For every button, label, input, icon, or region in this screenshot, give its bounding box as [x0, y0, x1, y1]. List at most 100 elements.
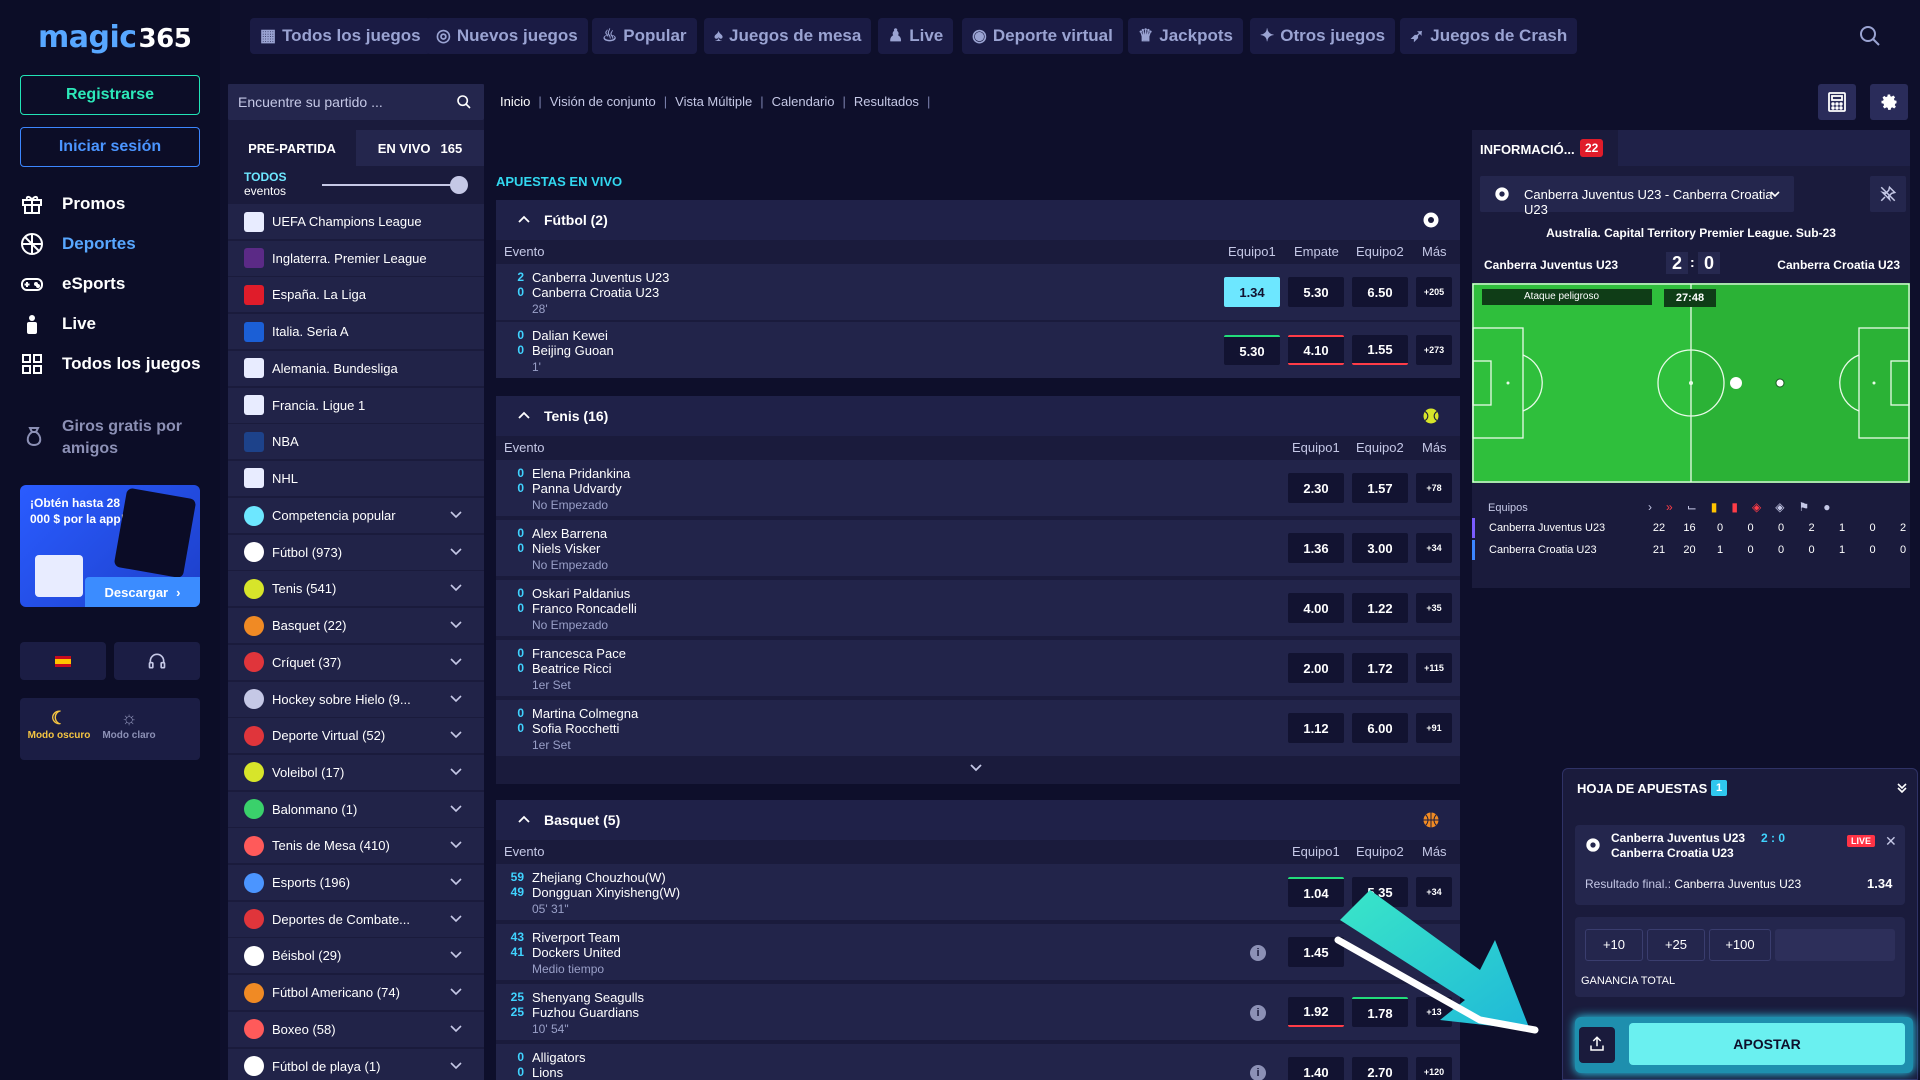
share-button[interactable]	[1579, 1027, 1615, 1063]
topnav-otros-juegos[interactable]: ✦ Otros juegos	[1250, 18, 1396, 54]
odd-equipo1[interactable]: 1.12	[1288, 713, 1344, 743]
close-icon[interactable]: ✕	[1885, 833, 1897, 850]
info-icon[interactable]: i	[1250, 1065, 1266, 1080]
topnav-jackpots[interactable]: ♛ Jackpots	[1128, 18, 1243, 54]
chevron-down-icon[interactable]	[450, 804, 462, 814]
sidebar-league-item[interactable]: NBA	[228, 424, 484, 460]
chevron-down-icon[interactable]	[450, 547, 462, 557]
odd-equipo2[interactable]: 6.00	[1352, 713, 1408, 743]
odd-equipo2[interactable]: 6.50	[1352, 277, 1408, 307]
topnav-deporte-virtual[interactable]: ◉ Deporte virtual	[962, 18, 1123, 54]
chevron-up-icon[interactable]	[518, 215, 530, 223]
match-search-input[interactable]	[238, 84, 458, 120]
search-icon[interactable]	[456, 94, 472, 110]
odd-equipo2[interactable]: 1.72	[1352, 653, 1408, 683]
odd-equipo1[interactable]: 4.00	[1288, 593, 1344, 623]
sidebar-sport-item[interactable]: Balonmano (1)	[228, 791, 484, 827]
chevron-down-icon[interactable]	[970, 764, 982, 772]
sidebar-sport-item[interactable]: Fútbol de playa (1)	[228, 1048, 484, 1080]
topnav-juegos-crash[interactable]: ➶ Juegos de Crash	[1400, 18, 1578, 54]
odd-equipo1[interactable]: 1.40	[1288, 1057, 1344, 1080]
event-row[interactable]: 0 0 Alligators Lions i 1.40 2.70 +120	[496, 1042, 1460, 1080]
nav-item-todos-juegos[interactable]: Todos los juegos	[20, 352, 201, 376]
sidebar-league-item[interactable]: NHL	[228, 460, 484, 496]
support-button[interactable]	[114, 642, 200, 680]
chevron-down-icon[interactable]	[450, 583, 462, 593]
topnav-popular[interactable]: ♨ Popular	[592, 18, 697, 54]
register-button[interactable]: Registrarse	[20, 75, 200, 115]
quick-stake-100[interactable]: +100	[1709, 929, 1771, 961]
nav-item-deportes[interactable]: Deportes	[20, 232, 136, 256]
odd-equipo1[interactable]: 1.45	[1288, 937, 1344, 967]
language-button[interactable]	[20, 642, 106, 680]
sidebar-sport-item[interactable]: Fútbol (973)	[228, 534, 484, 570]
odd-equipo2[interactable]: 2.70	[1352, 1057, 1408, 1080]
more-markets-button[interactable]: +78	[1416, 473, 1452, 503]
sidebar-league-item[interactable]: UEFA Champions League	[228, 204, 484, 239]
odd-equipo1[interactable]: 2.30	[1288, 473, 1344, 503]
section-header[interactable]: Basquet (5)	[496, 800, 1460, 840]
chevron-down-icon[interactable]	[450, 950, 462, 960]
referral-link[interactable]: Giros gratis por amigos	[20, 414, 200, 460]
sidebar-sport-item[interactable]: Críquet (37)	[228, 644, 484, 680]
topnav-nuevos-juegos[interactable]: ◎ Nuevos juegos	[426, 18, 588, 54]
event-row[interactable]: 0 0 Martina Colmegna Sofia Rocchetti 1er Set…	[496, 698, 1460, 756]
info-icon[interactable]: i	[1250, 1005, 1266, 1021]
more-markets-button[interactable]: +34	[1416, 877, 1452, 907]
quick-stake-10[interactable]: +10	[1585, 929, 1643, 961]
sidebar-sport-item[interactable]: Tenis (541)	[228, 571, 484, 607]
more-markets-button[interactable]: +205	[1416, 277, 1452, 307]
dark-mode-button[interactable]: ☾ Modo oscuro	[24, 706, 94, 741]
light-mode-button[interactable]: ☼ Modo claro	[94, 706, 164, 741]
breadcrumb-multiple[interactable]: Vista Múltiple	[675, 94, 752, 109]
odd-equipo1[interactable]: 1.04	[1288, 877, 1344, 907]
sidebar-league-item[interactable]: Inglaterra. Premier League	[228, 240, 484, 276]
sidebar-sport-item[interactable]: Deportes de Combate...	[228, 901, 484, 937]
odd-equipo1[interactable]: 1.36	[1288, 533, 1344, 563]
chevron-down-icon[interactable]	[450, 510, 462, 520]
search-icon[interactable]	[1858, 24, 1882, 48]
odd-equipo2[interactable]: 1.55	[1352, 335, 1408, 365]
breadcrumb-resultados[interactable]: Resultados	[854, 94, 919, 109]
stake-input[interactable]	[1775, 929, 1895, 961]
event-row[interactable]: 0 0 Oskari Paldanius Franco Roncadelli No Em…	[496, 578, 1460, 636]
sidebar-sport-item[interactable]: Boxeo (58)	[228, 1011, 484, 1047]
chevron-down-icon[interactable]	[450, 767, 462, 777]
chevron-up-icon[interactable]	[518, 411, 530, 419]
more-markets-button[interactable]: +35	[1416, 593, 1452, 623]
sidebar-sport-item[interactable]: Esports (196)	[228, 865, 484, 900]
section-header[interactable]: Tenis (16)	[496, 396, 1460, 436]
place-bet-button[interactable]: APOSTAR	[1629, 1023, 1905, 1065]
odd-empate[interactable]: 5.30	[1288, 277, 1344, 307]
info-tab-secondary[interactable]	[1618, 130, 1910, 166]
more-markets-button[interactable]: +34	[1416, 533, 1452, 563]
info-icon[interactable]: i	[1250, 945, 1266, 961]
chevron-down-icon[interactable]	[450, 987, 462, 997]
sidebar-sport-item[interactable]: Béisbol (29)	[228, 938, 484, 974]
odd-equipo2[interactable]: 5.35	[1352, 877, 1408, 907]
chevron-down-icon[interactable]	[450, 620, 462, 630]
nav-item-live[interactable]: Live	[20, 312, 96, 336]
nav-item-esports[interactable]: eSports	[20, 272, 125, 296]
events-slider-handle[interactable]	[450, 176, 468, 194]
topnav-live[interactable]: ♟ Live	[878, 18, 954, 54]
event-row[interactable]: 59 49 Zhejiang Chouzhou(W) Dongguan Xinyish…	[496, 862, 1460, 920]
more-markets-button[interactable]: +13	[1416, 997, 1452, 1027]
brand-logo[interactable]: magic365	[38, 20, 192, 55]
settings-button[interactable]	[1870, 84, 1908, 120]
odd-equipo2[interactable]: 3.00	[1352, 533, 1408, 563]
breadcrumb-vision[interactable]: Visión de conjunto	[550, 94, 656, 109]
topnav-todos-juegos[interactable]: ▦ Todos los juegos	[250, 18, 431, 54]
event-row[interactable]: 2 0 Canberra Juventus U23 Canberra Croat…	[496, 262, 1460, 320]
sidebar-league-item[interactable]: Italia. Seria A	[228, 314, 484, 350]
collapse-icon[interactable]	[1897, 783, 1907, 793]
sidebar-sport-item[interactable]: Basquet (22)	[228, 608, 484, 644]
event-row[interactable]: 0 0 Dalian Kewei Beijing Guoan 1' 5.30 4…	[496, 320, 1460, 378]
odd-equipo2[interactable]: 1.57	[1352, 473, 1408, 503]
chevron-down-icon[interactable]	[450, 1024, 462, 1034]
event-row[interactable]: 0 0 Francesca Pace Beatrice Ricci 1er Set 2.0…	[496, 638, 1460, 696]
chevron-down-icon[interactable]	[450, 877, 462, 887]
event-row[interactable]: 25 25 Shenyang Seagulls Fuzhou Guardians 10'…	[496, 982, 1460, 1040]
topnav-juegos-mesa[interactable]: ♠ Juegos de mesa	[704, 18, 872, 54]
events-slider-track[interactable]	[322, 184, 462, 186]
